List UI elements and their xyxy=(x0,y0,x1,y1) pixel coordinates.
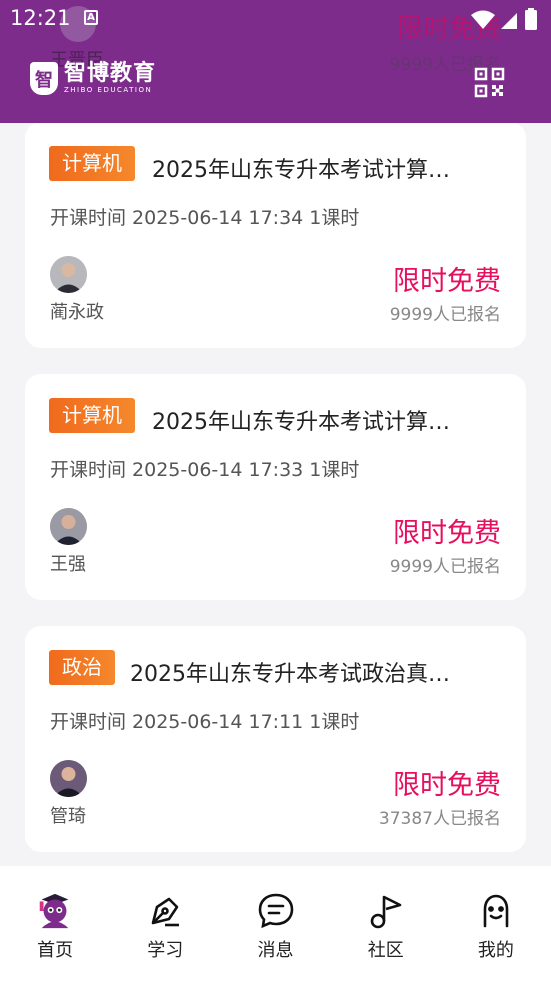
course-card[interactable]: 政治 2025年山东专升本考试政治真… 开课时间 2025-06-14 17:1… xyxy=(25,626,526,852)
teacher-name: 蔺永政 xyxy=(50,302,104,323)
teacher-name: 管琦 xyxy=(50,806,86,827)
nav-label: 学习 xyxy=(147,940,184,961)
chat-icon xyxy=(255,890,297,932)
course-card[interactable]: 计算机 2025年山东专升本考试计算… 开课时间 2025-06-14 17:3… xyxy=(25,122,526,348)
course-card[interactable]: 计算机 2025年山东专升本考试计算… 开课时间 2025-06-14 17:3… xyxy=(25,374,526,600)
profile-icon xyxy=(475,890,517,932)
qr-scan-icon[interactable] xyxy=(474,67,505,98)
price-label: 限时免费 xyxy=(393,266,501,297)
brand-logo: 智 智博教育 ZHIBO EDUCATION xyxy=(30,62,156,95)
course-schedule: 开课时间 2025-06-14 17:33 1课时 xyxy=(50,459,360,481)
course-schedule: 开课时间 2025-06-14 17:34 1课时 xyxy=(50,207,360,229)
teacher-avatar xyxy=(50,508,87,545)
course-title: 2025年山东专升本考试政治真… xyxy=(130,662,450,687)
course-list[interactable]: 计算机 2025年山东专升本考试计算… 开课时间 2025-06-14 17:3… xyxy=(0,0,551,866)
nav-label: 首页 xyxy=(37,940,74,961)
status-icons xyxy=(471,8,537,30)
status-time: 12:21 xyxy=(10,6,71,30)
nav-home[interactable]: 首页 xyxy=(0,866,110,981)
music-flag-icon xyxy=(365,890,407,932)
course-category-tag: 计算机 xyxy=(49,398,135,433)
nav-study[interactable]: 学习 xyxy=(110,866,220,981)
course-category-tag: 政治 xyxy=(49,650,115,685)
nav-profile[interactable]: 我的 xyxy=(441,866,551,981)
nav-community[interactable]: 社区 xyxy=(331,866,441,981)
enrolled-count: 37387人已报名 xyxy=(378,809,501,829)
logo-title: 智博教育 xyxy=(64,61,157,86)
price-label: 限时免费 xyxy=(393,770,501,801)
logo-badge-icon: 智 xyxy=(30,62,58,95)
course-category-tag: 计算机 xyxy=(49,146,135,181)
logo-subtitle: ZHIBO EDUCATION xyxy=(64,86,153,94)
teacher-avatar xyxy=(50,256,87,293)
price-label: 限时免费 xyxy=(393,518,501,549)
teacher-avatar xyxy=(50,760,87,797)
teacher-name: 王强 xyxy=(50,554,86,575)
home-mascot-icon xyxy=(34,890,76,932)
nav-messages[interactable]: 消息 xyxy=(220,866,330,981)
battery-icon xyxy=(525,8,537,30)
status-bar: 12:21 A xyxy=(0,0,551,40)
signal-icon xyxy=(501,13,517,29)
pen-icon xyxy=(144,890,186,932)
course-title: 2025年山东专升本考试计算… xyxy=(152,158,450,183)
enrolled-count: 9999人已报名 xyxy=(389,557,501,577)
nav-label: 消息 xyxy=(257,940,294,961)
course-title: 2025年山东专升本考试计算… xyxy=(152,410,450,435)
wifi-icon xyxy=(471,10,495,29)
bottom-navigation: 首页 学习 消息 社区 我的 xyxy=(0,866,551,981)
course-schedule: 开课时间 2025-06-14 17:11 1课时 xyxy=(50,711,360,733)
enrolled-count: 9999人已报名 xyxy=(389,305,501,325)
notification-a-icon: A xyxy=(84,10,98,25)
nav-label: 社区 xyxy=(367,940,404,961)
nav-label: 我的 xyxy=(477,940,514,961)
